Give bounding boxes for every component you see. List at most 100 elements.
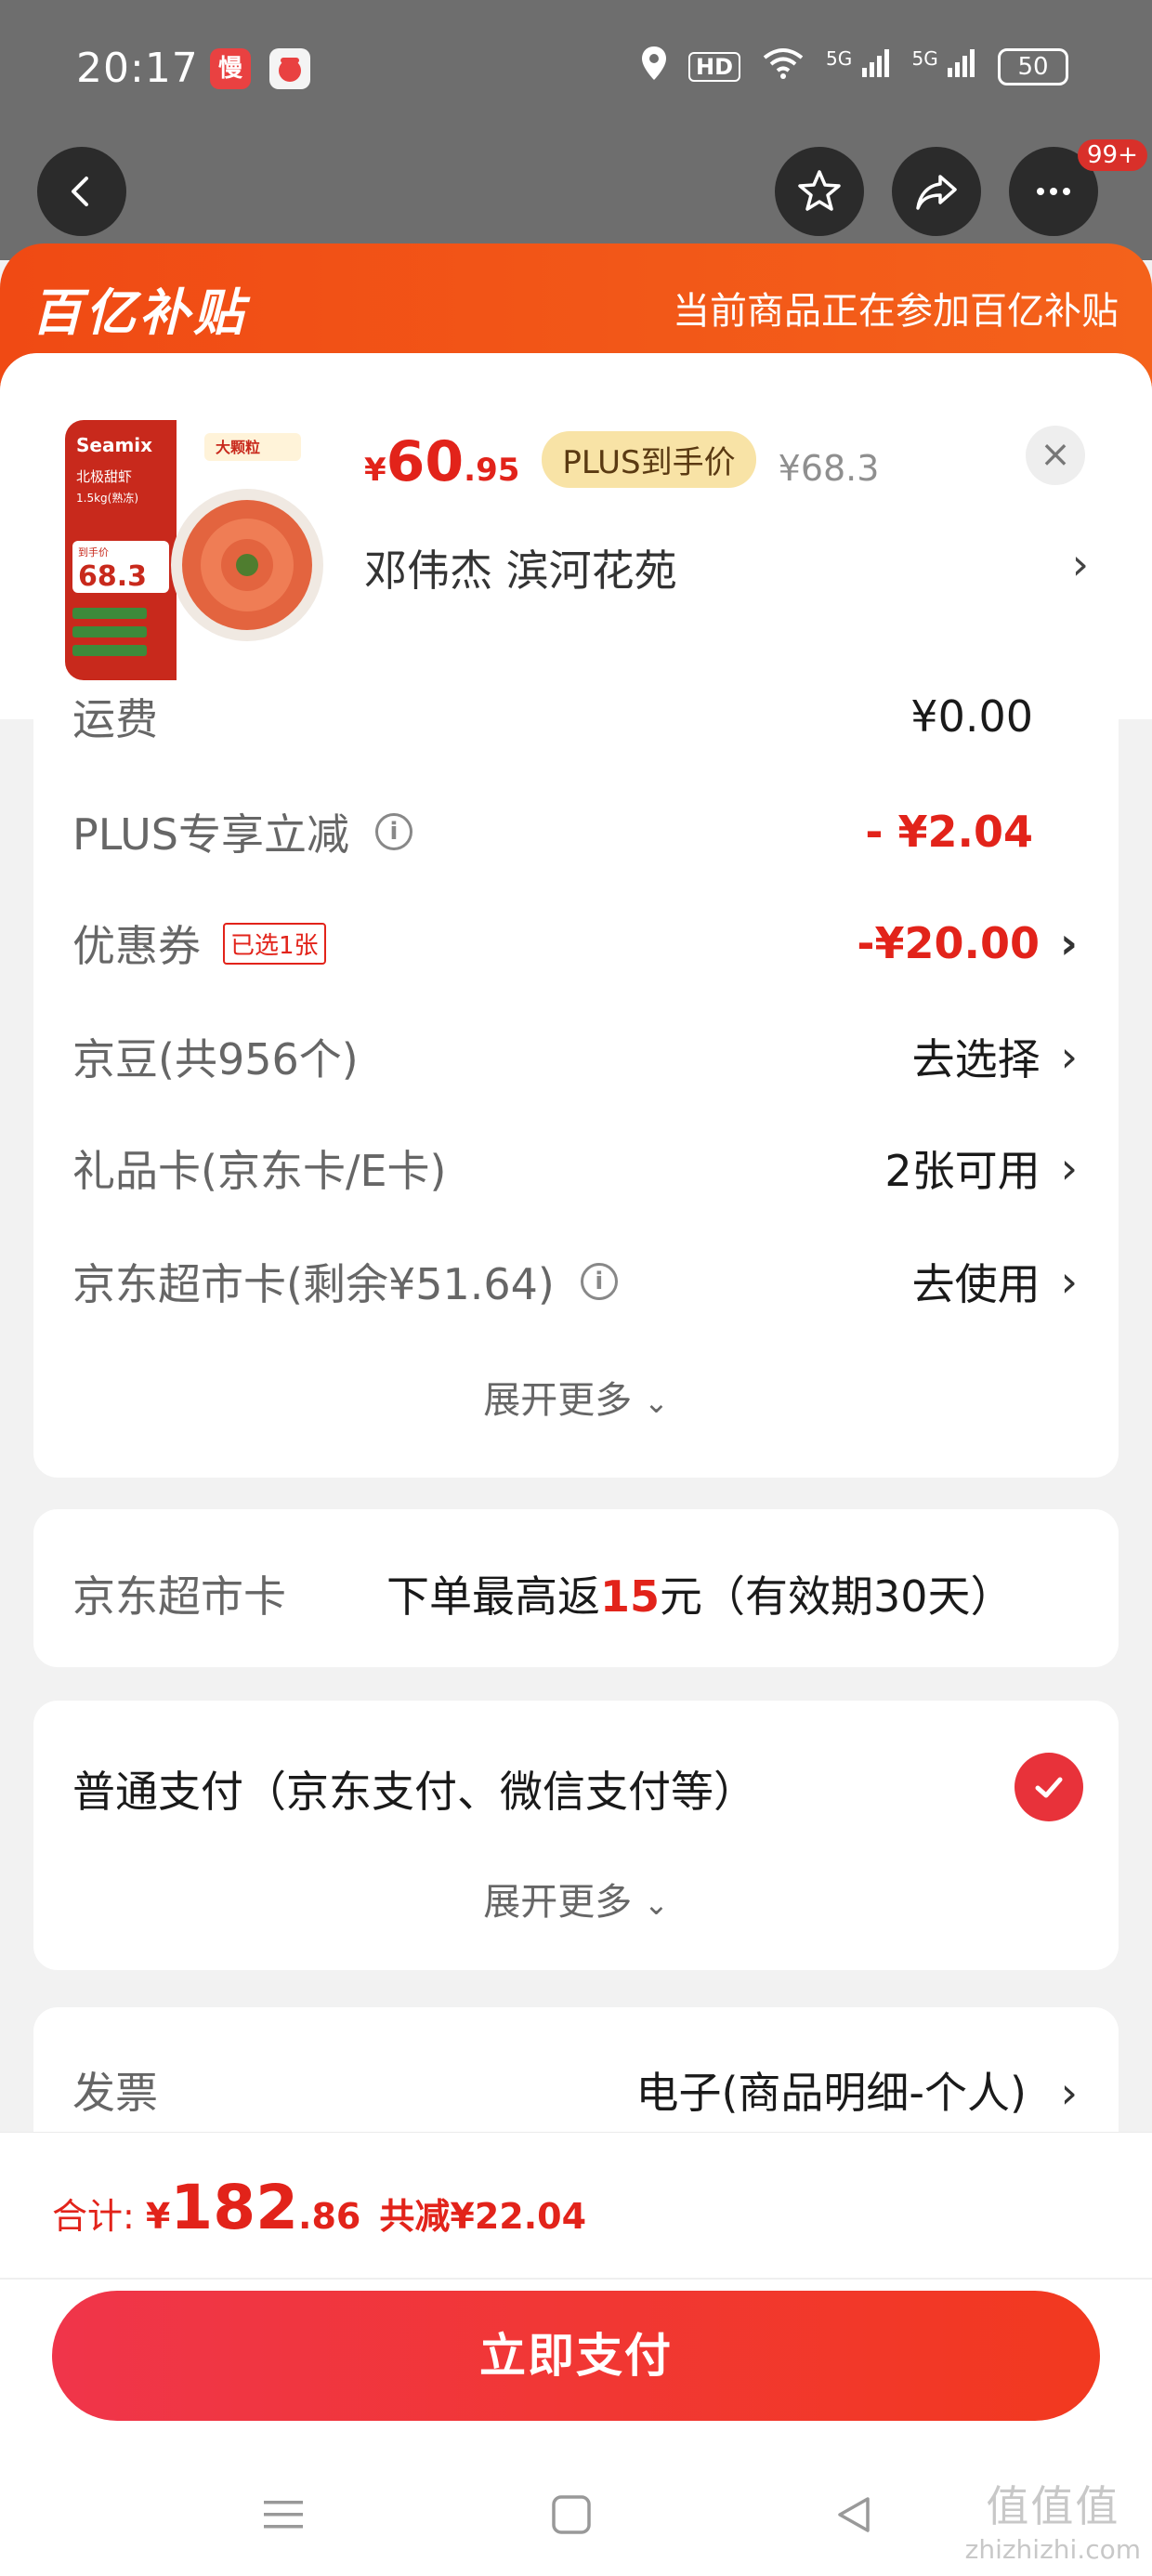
- payment-method-label[interactable]: 普通支付（京东支付、微信支付等）: [72, 1758, 756, 1820]
- plus-price-integer: 60: [386, 429, 465, 494]
- pay-now-button[interactable]: 立即支付: [52, 2291, 1100, 2421]
- supermarket-rebate-label: 京东超市卡: [72, 1571, 286, 1622]
- thumb-price: 68.3: [78, 560, 147, 593]
- total-integer: 182: [170, 2172, 299, 2243]
- rebate-prefix: 下单最高返: [386, 1571, 600, 1622]
- watermark-url: zhizhizhi.com: [964, 2534, 1141, 2565]
- message-count-badge: 99+: [1078, 139, 1147, 171]
- star-icon: [798, 170, 841, 211]
- notification-app-icon: 慢: [210, 48, 251, 89]
- thumb-price-label: 到手价: [78, 545, 109, 559]
- coupon-value: -¥20.00: [857, 918, 1041, 968]
- chevron-right-icon: ›: [1060, 1256, 1078, 1307]
- notification-app-icon-2: [269, 48, 310, 89]
- plus-discount-row: PLUS专享立减 i - ¥2.04: [72, 799, 1078, 864]
- checkout-sheet: Seamix 北极甜虾 1.5kg(熟冻) 到手价 68.3 大颗粒 ¥60.9…: [0, 353, 1152, 2137]
- plus-price-tag: PLUS到手价: [542, 431, 756, 488]
- location-icon: [640, 45, 668, 88]
- jd-bean-value: 去选择: [911, 1034, 1041, 1084]
- share-icon: [916, 175, 957, 210]
- gift-card-value-wrap: 2张可用 ›: [884, 1137, 1078, 1199]
- shipping-fee-value: ¥0.00: [910, 691, 1033, 742]
- menu-icon[interactable]: [262, 2493, 305, 2540]
- jd-bean-value-wrap: 去选择 ›: [912, 1026, 1078, 1087]
- info-icon[interactable]: i: [374, 813, 412, 850]
- total-currency: ¥: [145, 2196, 171, 2237]
- chevron-right-icon: ›: [1060, 2068, 1078, 2118]
- battery-icon: 50: [998, 47, 1068, 85]
- wifi-icon: [761, 45, 805, 88]
- shipping-address[interactable]: 邓伟杰 滨河花苑 ›: [364, 537, 1089, 598]
- payment-expand-more-label: 展开更多: [483, 1881, 633, 1924]
- chevron-down-icon: ⌄: [643, 1385, 669, 1420]
- watermark-logo-text: 值值值: [986, 2481, 1120, 2531]
- total-label: 合计:: [52, 2196, 135, 2237]
- checkmark-icon: [1035, 1777, 1063, 1798]
- subsidy-text: 当前商品正在参加百亿补贴: [673, 290, 1119, 333]
- subsidy-logo: 百亿补贴: [32, 283, 247, 342]
- plus-price-currency: ¥: [364, 452, 386, 489]
- thumb-spec: 1.5kg(熟冻): [76, 491, 138, 505]
- supermarket-card-value-wrap: 去使用 ›: [912, 1251, 1078, 1312]
- favorite-button[interactable]: [775, 147, 864, 236]
- supermarket-rebate-text: 下单最高返15元（有效期30天）: [386, 1563, 1014, 1624]
- shipping-fee-row: 运费 ¥0.00: [72, 684, 1078, 749]
- close-button[interactable]: ×: [1026, 426, 1085, 485]
- expand-more-button[interactable]: 展开更多 ⌄: [33, 1370, 1119, 1424]
- gift-card-row[interactable]: 礼品卡(京东卡/E卡) 2张可用 ›: [72, 1136, 1078, 1201]
- supermarket-rebate-card: 京东超市卡 下单最高返15元（有效期30天）: [33, 1509, 1119, 1667]
- jd-bean-label: 京豆(共956个): [72, 1034, 359, 1084]
- payment-expand-more-button[interactable]: 展开更多 ⌄: [33, 1872, 1119, 1925]
- gift-card-value: 2张可用: [884, 1146, 1041, 1196]
- share-button[interactable]: [892, 147, 981, 236]
- thumb-brand: Seamix: [76, 434, 152, 456]
- close-icon: ×: [1040, 433, 1071, 476]
- chevron-right-icon: ›: [1060, 1143, 1078, 1193]
- status-bar: 20:17 慢 HD 5G 5G 50: [0, 0, 1152, 139]
- product-thumbnail[interactable]: Seamix 北极甜虾 1.5kg(熟冻) 到手价 68.3 大颗粒: [65, 420, 325, 680]
- home-icon[interactable]: [550, 2493, 593, 2540]
- product-summary: Seamix 北极甜虾 1.5kg(熟冻) 到手价 68.3 大颗粒 ¥60.9…: [0, 353, 1152, 719]
- info-icon[interactable]: i: [580, 1263, 618, 1300]
- total-saving: 共减¥22.04: [379, 2196, 587, 2237]
- footer-divider: [0, 2278, 1152, 2280]
- gift-card-label: 礼品卡(京东卡/E卡): [72, 1146, 447, 1196]
- coupon-row[interactable]: 优惠券 已选1张 -¥20.00 ›: [72, 911, 1078, 976]
- address-text: 邓伟杰 滨河花苑: [364, 545, 677, 596]
- chevron-right-icon: ›: [1060, 1032, 1078, 1082]
- checkout-footer: 合计: ¥182.86 共减¥22.04 立即支付 值值值 zhizhizhi.…: [0, 2132, 1152, 2576]
- hd-icon: HD: [687, 51, 740, 82]
- chevron-left-icon: [72, 177, 88, 206]
- payment-method-card: 普通支付（京东支付、微信支付等） 展开更多 ⌄: [33, 1701, 1119, 1970]
- coupon-value-wrap: -¥20.00 ›: [857, 918, 1078, 968]
- payment-selected-checkbox[interactable]: [1015, 1753, 1083, 1821]
- top-nav-bar: 99+: [0, 139, 1152, 260]
- status-time: 20:17: [76, 45, 199, 92]
- price-detail-card: 运费 ¥0.00 PLUS专享立减 i - ¥2.04 优惠券 已选1张 -¥2…: [33, 691, 1119, 1478]
- total-row: 合计: ¥182.86 共减¥22.04: [52, 2172, 586, 2243]
- coupon-label: 优惠券: [72, 921, 201, 971]
- thumb-tag: 大颗粒: [216, 439, 260, 456]
- status-indicators: HD 5G 5G 50: [640, 45, 1068, 88]
- plus-price-decimal: .95: [464, 452, 520, 489]
- invoice-value-wrap: 电子(商品明细-个人) ›: [635, 2059, 1078, 2121]
- invoice-label: 发票: [72, 2068, 158, 2118]
- back-button[interactable]: [37, 147, 126, 236]
- expand-more-label: 展开更多: [483, 1379, 633, 1422]
- supermarket-card-value: 去使用: [911, 1259, 1041, 1309]
- supermarket-card-label: 京东超市卡(剩余¥51.64): [72, 1259, 555, 1309]
- chevron-right-icon: ›: [1071, 539, 1089, 589]
- chevron-right-icon: ›: [1060, 918, 1078, 968]
- invoice-card[interactable]: 发票 电子(商品明细-个人) ›: [33, 2007, 1119, 2137]
- thumb-title: 北极甜虾: [76, 468, 132, 485]
- rebate-suffix: 元（有效期30天）: [660, 1571, 1014, 1622]
- original-price: ¥68.3: [778, 448, 880, 489]
- site-watermark: 值值值 zhizhizhi.com: [965, 2473, 1141, 2565]
- invoice-value: 电子(商品明细-个人): [635, 2068, 1027, 2118]
- supermarket-card-row[interactable]: 京东超市卡(剩余¥51.64) i 去使用 ›: [72, 1249, 1078, 1314]
- jd-bean-row[interactable]: 京豆(共956个) 去选择 ›: [72, 1024, 1078, 1089]
- back-nav-icon[interactable]: [832, 2493, 875, 2540]
- shipping-fee-label: 运费: [72, 694, 158, 744]
- plus-price: ¥60.95: [364, 429, 519, 494]
- chevron-down-icon: ⌄: [643, 1886, 669, 1922]
